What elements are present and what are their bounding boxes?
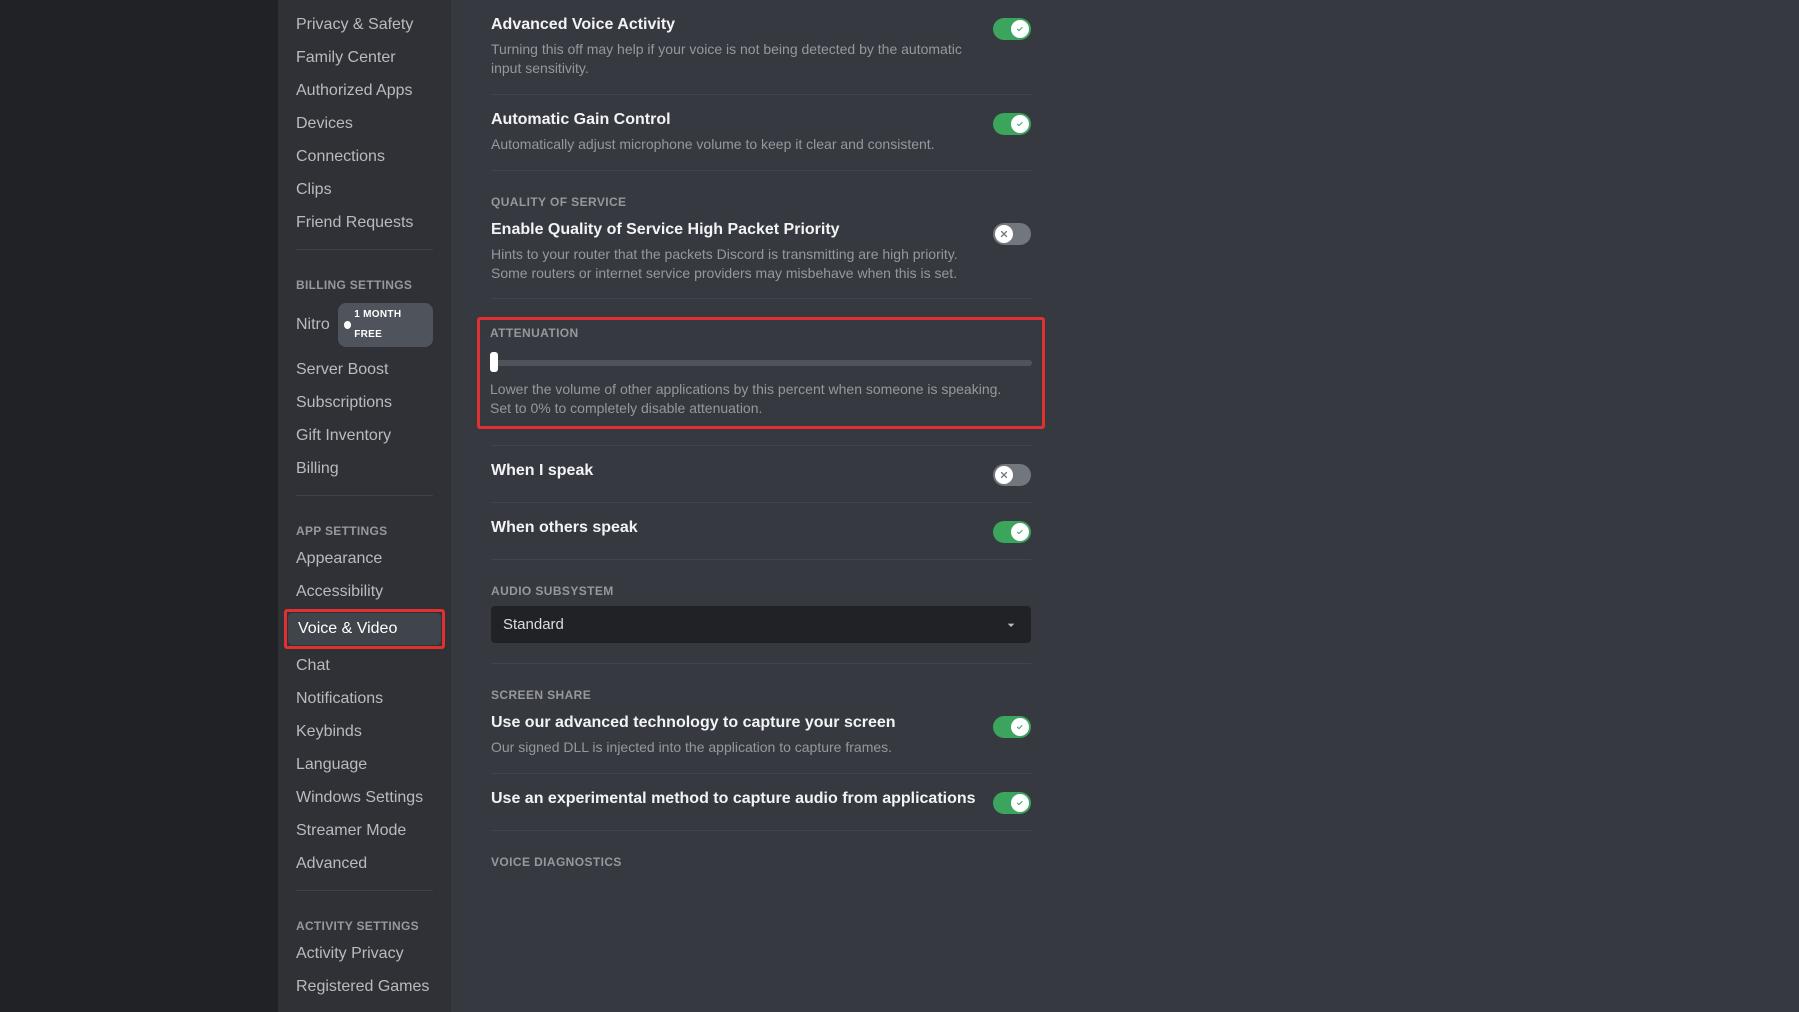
- divider: [491, 830, 1031, 831]
- check-icon: [1011, 794, 1029, 812]
- sidebar-divider: [296, 495, 433, 496]
- sidebar-header-activity: ACTIVITY SETTINGS: [278, 901, 451, 937]
- setting-title: Enable Quality of Service High Packet Pr…: [491, 221, 993, 239]
- setting-when-i-speak: When I speak: [491, 446, 1031, 486]
- sidebar-header-billing: BILLING SETTINGS: [278, 260, 451, 296]
- sidebar-item-game-overlay[interactable]: Game Overlay: [286, 1004, 443, 1012]
- sidebar-item-authorized-apps[interactable]: Authorized Apps: [286, 75, 443, 107]
- setting-screen-experimental-audio: Use an experimental method to capture au…: [491, 774, 1031, 814]
- check-icon: [1011, 20, 1029, 38]
- sidebar-divider: [296, 890, 433, 891]
- setting-advanced-voice-activity: Advanced Voice Activity Turning this off…: [491, 0, 1031, 78]
- setting-title: Use our advanced technology to capture y…: [491, 714, 896, 732]
- setting-screen-advanced-capture: Use our advanced technology to capture y…: [491, 710, 1031, 757]
- sidebar-header-app: APP SETTINGS: [278, 506, 451, 542]
- setting-automatic-gain-control: Automatic Gain Control Automatically adj…: [491, 95, 1031, 154]
- toggle-screen-experimental-audio[interactable]: [993, 792, 1031, 814]
- section-header-screen-share: SCREEN SHARE: [491, 688, 1031, 702]
- check-icon: [1011, 718, 1029, 736]
- toggle-when-i-speak[interactable]: [993, 464, 1031, 486]
- sidebar-item-privacy[interactable]: Privacy & Safety: [286, 9, 443, 41]
- check-icon: [1011, 523, 1029, 541]
- x-icon: [995, 225, 1013, 243]
- sidebar-item-friend-requests[interactable]: Friend Requests: [286, 207, 443, 239]
- setting-title: When I speak: [491, 462, 593, 480]
- setting-when-others-speak: When others speak: [491, 503, 1031, 543]
- toggle-screen-advanced-capture[interactable]: [993, 716, 1031, 738]
- app-root: Privacy & Safety Family Center Authorize…: [0, 0, 1799, 1012]
- divider: [491, 170, 1031, 171]
- divider: [491, 559, 1031, 560]
- setting-title: Advanced Voice Activity: [491, 16, 993, 34]
- sidebar-item-registered-games[interactable]: Registered Games: [286, 971, 443, 1003]
- sidebar-item-nitro[interactable]: Nitro 1 MONTH FREE: [286, 297, 443, 353]
- chevron-down-icon: [1003, 617, 1019, 633]
- sidebar-item-activity-privacy[interactable]: Activity Privacy: [286, 938, 443, 970]
- toggle-advanced-voice-activity[interactable]: [993, 18, 1031, 40]
- sidebar-item-appearance[interactable]: Appearance: [286, 543, 443, 575]
- section-header-qos: QUALITY OF SERVICE: [491, 195, 1031, 209]
- setting-desc: Hints to your router that the packets Di…: [491, 245, 993, 283]
- sidebar-item-notifications[interactable]: Notifications: [286, 683, 443, 715]
- sidebar-item-clips[interactable]: Clips: [286, 174, 443, 206]
- sidebar-left-gutter: [0, 0, 278, 1012]
- setting-title: When others speak: [491, 519, 638, 537]
- sidebar-item-accessibility[interactable]: Accessibility: [286, 576, 443, 608]
- divider: [491, 663, 1031, 664]
- slider-track: [490, 360, 1032, 366]
- sidebar-item-server-boost[interactable]: Server Boost: [286, 354, 443, 386]
- setting-title: Use an experimental method to capture au…: [491, 790, 976, 808]
- setting-qos-priority: Enable Quality of Service High Packet Pr…: [491, 217, 1031, 283]
- toggle-when-others-speak[interactable]: [993, 521, 1031, 543]
- toggle-qos-priority[interactable]: [993, 223, 1031, 245]
- toggle-automatic-gain-control[interactable]: [993, 113, 1031, 135]
- sidebar-item-voice-video[interactable]: Voice & Video: [288, 613, 441, 645]
- sidebar-item-label: Nitro: [296, 315, 330, 335]
- section-header-audio-subsystem: AUDIO SUBSYSTEM: [491, 584, 1031, 598]
- select-value: Standard: [503, 616, 564, 633]
- divider: [491, 298, 1031, 299]
- content-area: Advanced Voice Activity Turning this off…: [451, 0, 1799, 1012]
- attenuation-desc: Lower the volume of other applications b…: [490, 380, 1020, 418]
- voice-video-settings: Advanced Voice Activity Turning this off…: [451, 0, 1071, 1012]
- sidebar-item-windows-settings[interactable]: Windows Settings: [286, 782, 443, 814]
- sidebar-item-streamer-mode[interactable]: Streamer Mode: [286, 815, 443, 847]
- sidebar-item-subscriptions[interactable]: Subscriptions: [286, 387, 443, 419]
- attenuation-slider[interactable]: [490, 352, 1032, 372]
- check-icon: [1011, 115, 1029, 133]
- setting-title: Automatic Gain Control: [491, 111, 935, 129]
- x-icon: [995, 466, 1013, 484]
- sidebar-item-connections[interactable]: Connections: [286, 141, 443, 173]
- sidebar-item-billing[interactable]: Billing: [286, 453, 443, 485]
- sidebar-item-keybinds[interactable]: Keybinds: [286, 716, 443, 748]
- settings-sidebar: Privacy & Safety Family Center Authorize…: [278, 0, 451, 1012]
- section-header-attenuation: ATTENUATION: [490, 326, 1032, 340]
- audio-subsystem-select[interactable]: Standard: [491, 606, 1031, 643]
- section-header-voice-diagnostics: VOICE DIAGNOSTICS: [491, 855, 1031, 869]
- nitro-free-badge: 1 MONTH FREE: [338, 303, 433, 347]
- slider-thumb[interactable]: [490, 352, 498, 372]
- sidebar-item-advanced[interactable]: Advanced: [286, 848, 443, 880]
- setting-desc: Automatically adjust microphone volume t…: [491, 135, 935, 154]
- sidebar-item-devices[interactable]: Devices: [286, 108, 443, 140]
- setting-desc: Turning this off may help if your voice …: [491, 40, 993, 78]
- sidebar-item-family-center[interactable]: Family Center: [286, 42, 443, 74]
- sidebar-divider: [296, 249, 433, 250]
- sidebar-item-gift-inventory[interactable]: Gift Inventory: [286, 420, 443, 452]
- setting-desc: Our signed DLL is injected into the appl…: [491, 738, 896, 757]
- sidebar-item-language[interactable]: Language: [286, 749, 443, 781]
- sidebar-item-chat[interactable]: Chat: [286, 650, 443, 682]
